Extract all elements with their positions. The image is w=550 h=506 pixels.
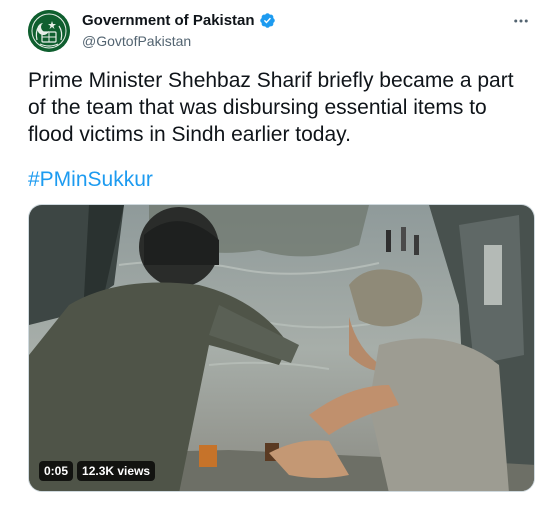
author-name-text[interactable]: Government of Pakistan xyxy=(82,12,255,29)
video-thumbnail xyxy=(29,205,534,491)
pakistan-state-emblem-icon xyxy=(28,10,70,52)
video-timestamp: 0:05 xyxy=(39,461,74,481)
tweet-card: Government of Pakistan @GovtofPakistan P… xyxy=(0,0,550,506)
video-info-overlay: 0:05 12.3K views xyxy=(39,461,156,481)
hashtag-link[interactable]: #PMinSukkur xyxy=(28,168,153,192)
verified-badge-icon xyxy=(259,13,275,28)
author-avatar[interactable] xyxy=(28,10,70,52)
video-player[interactable]: 0:05 12.3K views xyxy=(28,204,535,492)
more-options-button[interactable] xyxy=(510,10,532,32)
more-options-icon xyxy=(514,19,528,23)
tweet-text: Prime Minister Shehbaz Sharif briefly be… xyxy=(28,69,514,146)
author-name[interactable]: Government of Pakistan xyxy=(82,12,276,29)
author-handle[interactable]: @GovtofPakistan xyxy=(82,33,191,49)
video-view-count: 12.3K views xyxy=(77,461,156,481)
